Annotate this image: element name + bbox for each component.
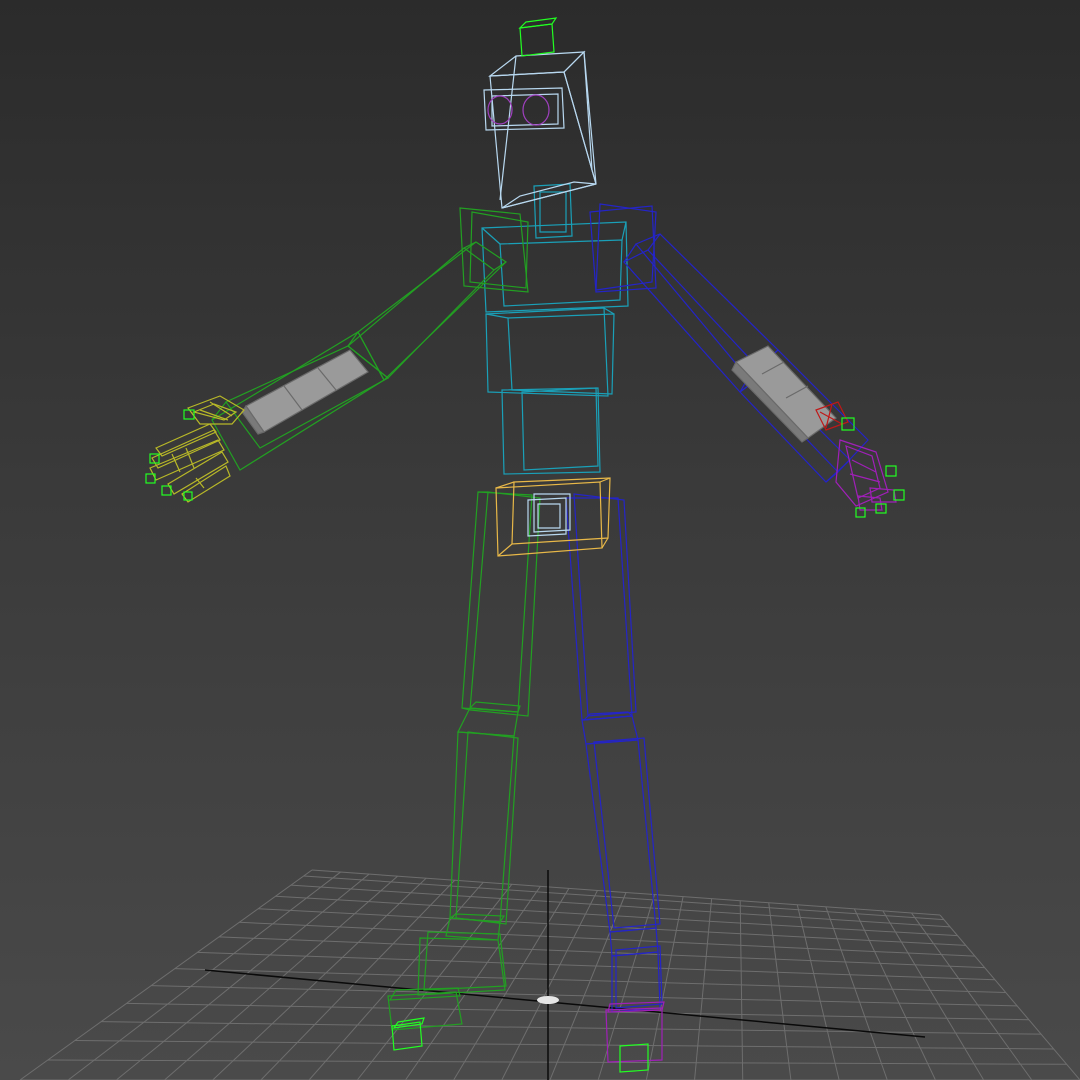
- grid-line: [74, 1040, 1054, 1050]
- pelvis-root-box[interactable]: [527, 493, 571, 537]
- left-clavicle[interactable]: [459, 207, 529, 293]
- pelvis[interactable]: [495, 477, 611, 557]
- right-leg[interactable]: [565, 493, 663, 1013]
- perspective-viewport[interactable]: [0, 0, 1080, 1080]
- grid-line: [126, 1002, 1029, 1021]
- grid-line: [453, 888, 570, 1080]
- grid-line: [694, 898, 713, 1080]
- right-hand[interactable]: [835, 439, 897, 511]
- grid-line: [549, 892, 627, 1080]
- grid-line: [67, 871, 341, 1080]
- grid-line: [197, 951, 995, 981]
- grid-line: [116, 873, 370, 1080]
- left-upperarm[interactable]: [347, 241, 507, 381]
- eyes[interactable]: [487, 94, 550, 126]
- spine-middle[interactable]: [485, 307, 615, 397]
- grid-line: [275, 895, 958, 937]
- right-foot[interactable]: [605, 1001, 665, 1063]
- grid-line: [290, 884, 951, 928]
- grid-line: [303, 875, 945, 921]
- home-grid: [19, 869, 1080, 1080]
- grid-line: [101, 1021, 1042, 1035]
- scene-origin-marker[interactable]: [537, 996, 559, 1004]
- grid-line: [939, 914, 1080, 1080]
- left-forearm-twist-mesh: [241, 349, 369, 435]
- grid-line: [501, 890, 598, 1080]
- eye-right[interactable]: [522, 94, 550, 126]
- grid-line: [853, 908, 936, 1080]
- grid-line: [597, 894, 656, 1080]
- right-clavicle[interactable]: [589, 203, 657, 293]
- grid-line: [47, 1059, 1067, 1065]
- spine-lower[interactable]: [501, 387, 601, 475]
- grid-line: [768, 902, 792, 1080]
- grid-line: [739, 900, 744, 1080]
- right-foot-toe-helper[interactable]: [619, 1043, 649, 1073]
- right-forearm-twist-mesh: [731, 345, 837, 443]
- grid-line: [308, 881, 484, 1080]
- left-foot-toe-helper[interactable]: [391, 1017, 425, 1051]
- grid-line: [645, 896, 684, 1080]
- spine-upper[interactable]: [481, 221, 629, 313]
- grid-line: [356, 884, 513, 1080]
- grid-line: [164, 875, 398, 1080]
- grid-line: [911, 912, 1033, 1080]
- grid-line: [825, 906, 888, 1080]
- grid-line: [796, 904, 840, 1080]
- head-nub-helper[interactable]: [518, 17, 558, 57]
- grid-line: [882, 910, 985, 1080]
- grid-line: [405, 886, 541, 1080]
- grid-line: [19, 869, 313, 1080]
